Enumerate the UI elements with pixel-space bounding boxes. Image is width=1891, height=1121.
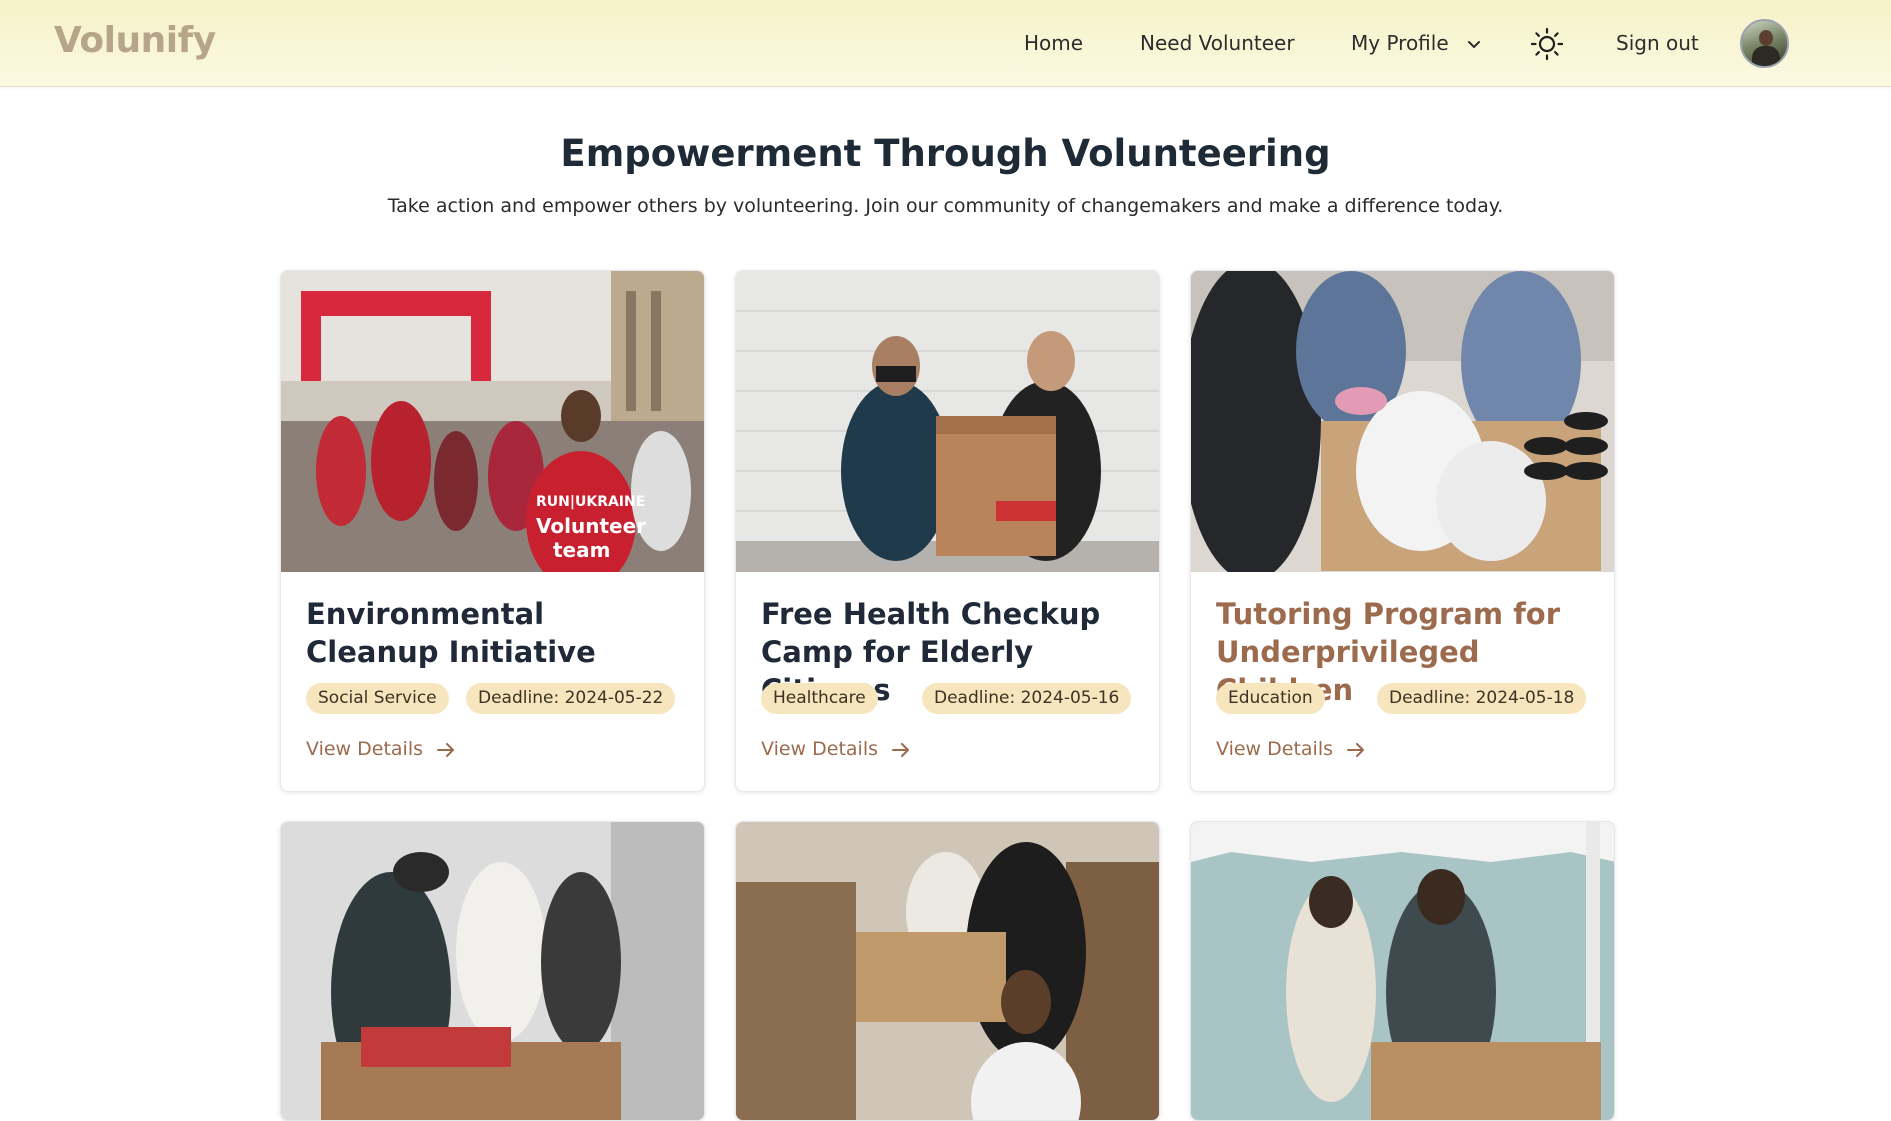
deadline-badge: Deadline: 2024-05-22: [466, 683, 676, 714]
chevron-down-icon: [1468, 40, 1480, 48]
card-image[interactable]: [1191, 822, 1614, 1120]
post-card: Tutoring Program for Underprivileged Chi…: [1190, 270, 1615, 792]
nav-need-volunteer-link[interactable]: Need Volunteer: [1140, 31, 1295, 55]
card-image[interactable]: [736, 271, 1159, 572]
view-details-label: View Details: [1216, 738, 1333, 760]
my-profile-label: My Profile: [1351, 31, 1449, 55]
category-badge: Healthcare: [761, 683, 878, 714]
box-lifting-volunteers-photo: [736, 822, 1159, 1120]
page-subtitle: Take action and empower others by volunt…: [387, 195, 1504, 217]
page-title: Empowerment Through Volunteering: [560, 132, 1331, 175]
avatar-head: [1759, 30, 1773, 46]
card-image[interactable]: [281, 822, 704, 1120]
view-details-link[interactable]: View Details: [761, 738, 910, 760]
food-bank-volunteers-photo: [281, 822, 704, 1120]
view-details-label: View Details: [761, 738, 878, 760]
post-card: [1190, 821, 1615, 1121]
sign-out-link[interactable]: Sign out: [1616, 31, 1699, 55]
brand-logo[interactable]: Volunify: [54, 20, 216, 61]
svg-text:team: team: [553, 538, 610, 562]
card-title[interactable]: Environmental Cleanup Initiative: [306, 595, 686, 671]
arrow-right-icon: [1347, 742, 1365, 757]
card-image[interactable]: [1191, 271, 1614, 572]
my-profile-dropdown[interactable]: My Profile: [1351, 31, 1481, 55]
arrow-right-icon: [437, 742, 455, 757]
post-card: [280, 821, 705, 1121]
deadline-badge: Deadline: 2024-05-16: [922, 683, 1132, 714]
post-card: RUN|UKRAINE Volunteer team Environmental…: [280, 270, 705, 792]
avatar-body: [1752, 46, 1780, 66]
nav-home-link[interactable]: Home: [1024, 31, 1083, 55]
view-details-label: View Details: [306, 738, 423, 760]
category-badge: Education: [1216, 683, 1325, 714]
bag-packing-tent-photo: [1191, 822, 1614, 1120]
card-image[interactable]: RUN|UKRAINE Volunteer team: [281, 271, 704, 572]
post-card: Free Health Checkup Camp for Elderly Cit…: [735, 270, 1160, 792]
post-card: [735, 821, 1160, 1121]
card-image[interactable]: [736, 822, 1159, 1120]
arrow-right-icon: [892, 742, 910, 757]
deadline-badge: Deadline: 2024-05-18: [1377, 683, 1587, 714]
top-navbar: Volunify Home Need Volunteer My Profile …: [0, 0, 1891, 87]
user-avatar[interactable]: [1740, 19, 1789, 68]
view-details-link[interactable]: View Details: [306, 738, 455, 760]
sun-icon[interactable]: [1530, 27, 1564, 61]
svg-text:RUN|UKRAINE: RUN|UKRAINE: [536, 494, 645, 510]
svg-text:Volunteer: Volunteer: [536, 514, 646, 538]
volunteers-carrying-box-photo: [736, 271, 1159, 572]
view-details-link[interactable]: View Details: [1216, 738, 1365, 760]
category-badge: Social Service: [306, 683, 449, 714]
food-packing-photo: [1191, 271, 1614, 572]
volunteer-team-marathon-photo: RUN|UKRAINE Volunteer team: [281, 271, 704, 572]
